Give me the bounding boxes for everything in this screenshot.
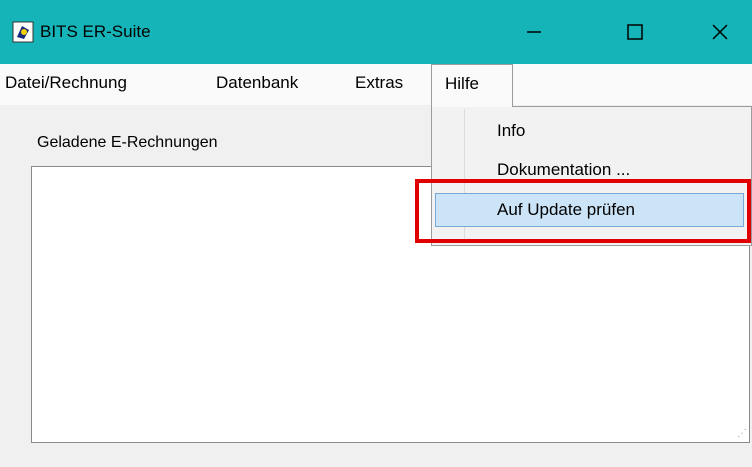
menu-datenbank[interactable]: Datenbank [216, 72, 298, 94]
menu-item-dokumentation-label: Dokumentation ... [497, 160, 631, 179]
minimize-button[interactable] [504, 0, 564, 64]
menu-item-info[interactable]: Info [432, 114, 751, 148]
menu-hilfe-label: Hilfe [445, 74, 480, 93]
close-icon [712, 24, 728, 40]
title-bar: BITS ER-Suite [0, 0, 752, 64]
highlight-annotation-box [415, 179, 751, 243]
resize-grip-icon[interactable]: ⋰ [737, 429, 747, 439]
minimize-icon [527, 31, 541, 33]
menu-datei-rechnung[interactable]: Datei/Rechnung [5, 72, 127, 94]
menu-extras[interactable]: Extras [355, 72, 403, 94]
loaded-invoices-label: Geladene E-Rechnungen [37, 134, 218, 151]
window-title: BITS ER-Suite [40, 22, 151, 41]
maximize-button[interactable] [605, 0, 665, 64]
menu-item-info-label: Info [497, 121, 526, 140]
maximize-icon [627, 24, 643, 40]
app-icon [12, 21, 34, 43]
menu-bar: Datei/Rechnung Datenbank Extras [0, 64, 752, 105]
menu-hilfe[interactable]: Hilfe [431, 64, 513, 107]
close-button[interactable] [690, 0, 750, 64]
